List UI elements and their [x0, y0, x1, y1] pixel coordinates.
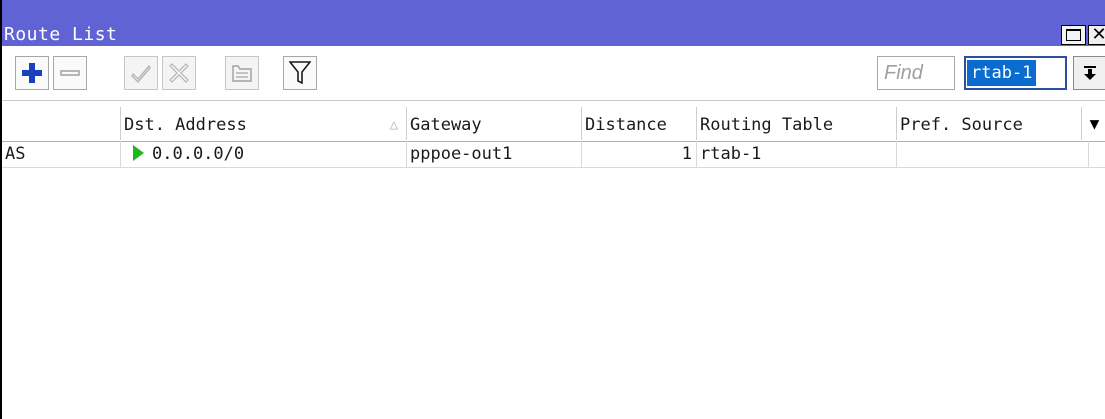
- remove-button[interactable]: [53, 56, 87, 90]
- col-header-dst-address-label: Dst. Address: [124, 115, 247, 135]
- column-menu-button[interactable]: ▼: [1082, 107, 1105, 140]
- close-icon: ✕: [1091, 24, 1105, 45]
- window-title: Route List: [4, 24, 118, 45]
- sort-ascending-icon: △: [389, 117, 398, 133]
- cell-gateway: pppoe-out1: [407, 141, 582, 167]
- routing-table-select[interactable]: rtab-1: [964, 56, 1067, 90]
- cell-dst-address: 0.0.0.0/0: [121, 141, 407, 167]
- grid-header: Dst. Address △ Gateway Distance Routing …: [2, 107, 1105, 142]
- comment-button[interactable]: [225, 56, 259, 90]
- filter-icon: [289, 61, 311, 85]
- plus-icon: [22, 63, 42, 83]
- col-header-distance[interactable]: Distance: [582, 107, 697, 140]
- minus-icon: [60, 70, 80, 76]
- col-header-flags[interactable]: [2, 107, 121, 140]
- col-header-pref-source[interactable]: Pref. Source: [897, 107, 1082, 140]
- check-icon: [131, 64, 151, 84]
- cell-distance: 1: [582, 141, 697, 167]
- enable-button[interactable]: [124, 56, 158, 90]
- comment-icon: [232, 65, 252, 82]
- disable-button[interactable]: [162, 56, 196, 90]
- route-list-window: Route List ✕ Find rtab-1 Dst. Address △ …: [0, 0, 1105, 419]
- col-header-routing-table[interactable]: Routing Table: [697, 107, 897, 140]
- cross-icon: [169, 63, 189, 83]
- toolbar: rtab-1: [2, 46, 1105, 101]
- cell-routing-table: rtab-1: [697, 141, 897, 167]
- cell-dst-address-value: 0.0.0.0/0: [152, 144, 245, 164]
- routing-table-value: rtab-1: [967, 60, 1037, 86]
- maximize-icon: [1066, 29, 1081, 41]
- triangle-down-icon: ▼: [1089, 114, 1100, 133]
- cell-flags: AS: [2, 141, 121, 167]
- close-button[interactable]: ✕: [1088, 25, 1105, 45]
- cell-pref-source: [897, 141, 1089, 167]
- title-bar[interactable]: Route List ✕: [2, 0, 1105, 46]
- table-row[interactable]: AS 0.0.0.0/0 pppoe-out1 1 rtab-1: [2, 141, 1105, 168]
- find-input[interactable]: [877, 56, 955, 90]
- active-route-icon: [133, 144, 144, 161]
- col-header-gateway[interactable]: Gateway: [407, 107, 582, 140]
- arrow-down-icon: [1084, 66, 1096, 80]
- filter-button[interactable]: [283, 56, 317, 90]
- add-button[interactable]: [15, 56, 49, 90]
- col-header-dst-address[interactable]: Dst. Address △: [121, 107, 407, 140]
- maximize-button[interactable]: [1061, 25, 1086, 45]
- routing-table-dropdown-button[interactable]: [1073, 56, 1105, 90]
